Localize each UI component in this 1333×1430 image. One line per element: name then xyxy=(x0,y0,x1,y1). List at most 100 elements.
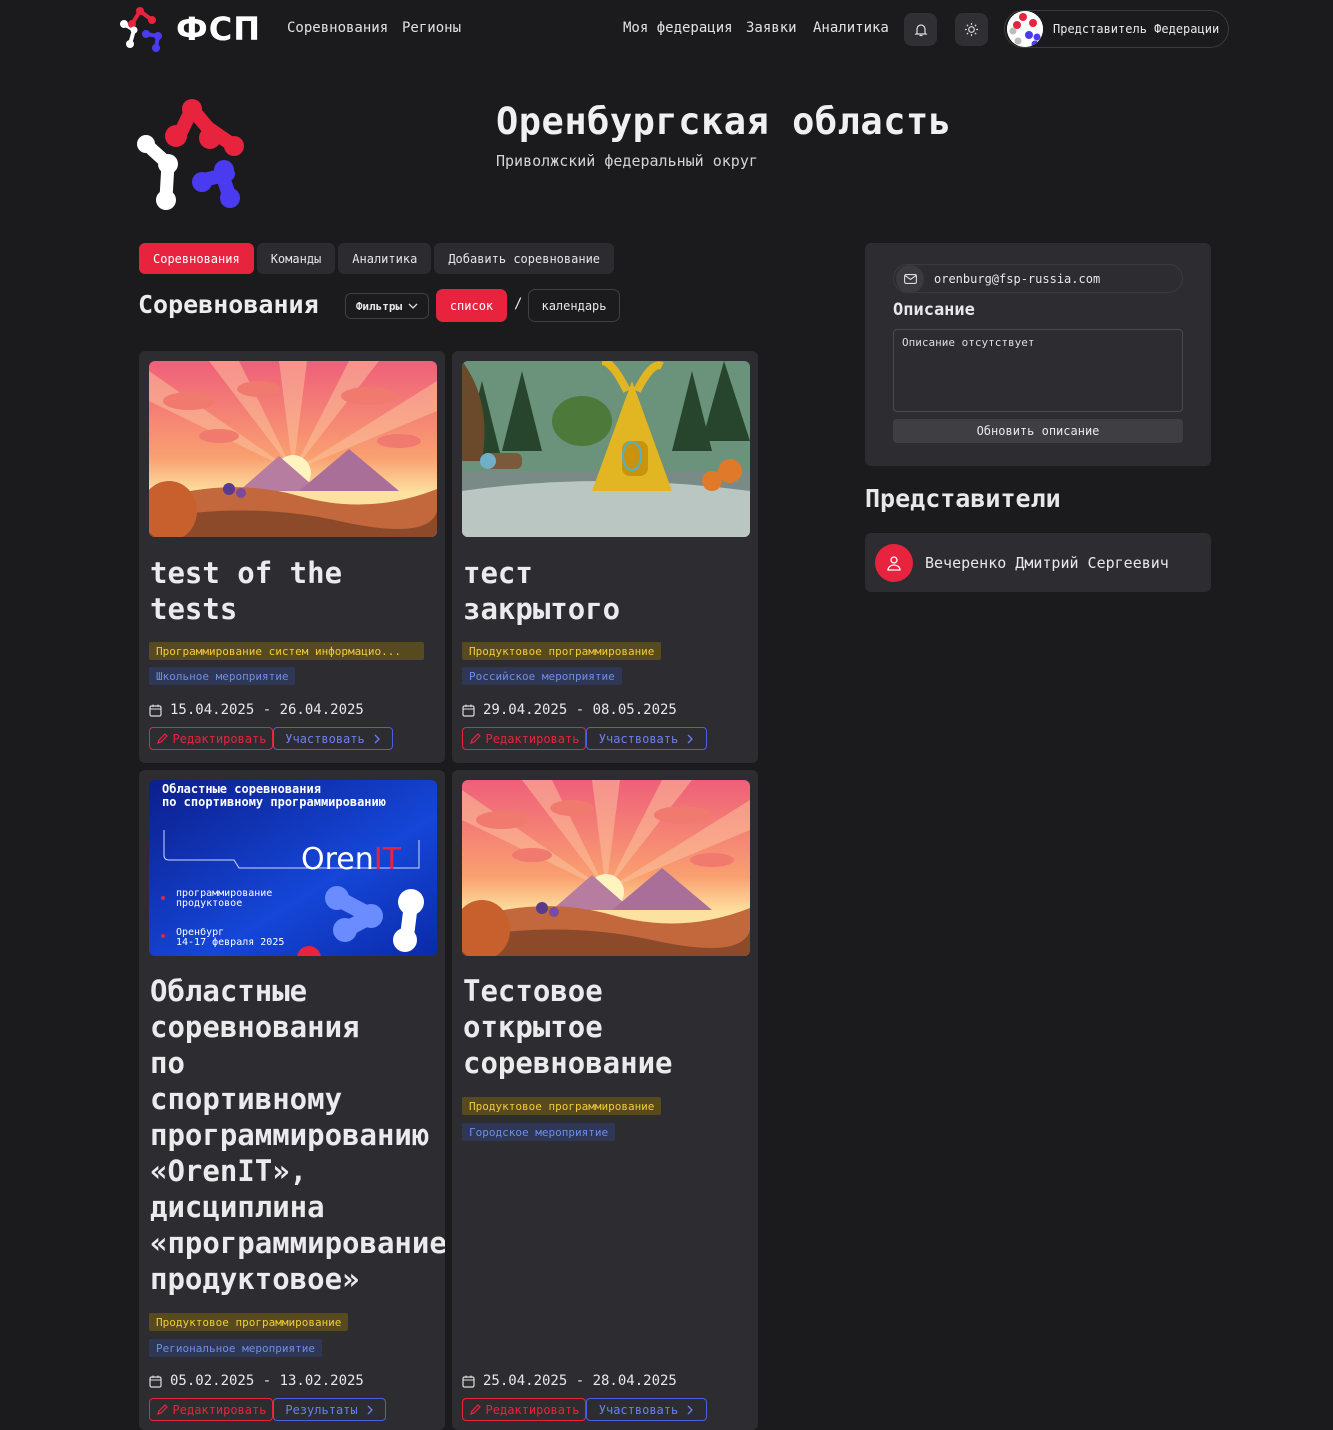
logo-text: ФСП xyxy=(176,10,261,48)
competition-dates: 25.04.2025 - 28.04.2025 xyxy=(462,1373,677,1389)
competition-image xyxy=(462,780,750,956)
chevron-right-icon xyxy=(687,734,694,743)
chevron-right-icon xyxy=(367,1405,373,1414)
participate-label: Участвовать xyxy=(598,1402,679,1417)
participate-label: Участвовать xyxy=(598,731,679,746)
level-tag: Городское мероприятие xyxy=(462,1123,616,1141)
nav-competitions[interactable]: Соревнования xyxy=(287,20,388,36)
poster-brand-main: Oren xyxy=(301,842,374,877)
update-description-button[interactable]: Обновить описание xyxy=(893,419,1183,443)
participate-button[interactable]: Участвовать xyxy=(586,1398,707,1421)
poster-brand-accent: IT xyxy=(373,842,401,877)
forest-house-image xyxy=(462,361,750,537)
chevron-right-icon xyxy=(374,734,380,743)
edit-label: Редактировать xyxy=(485,731,580,746)
email-text: orenburg@fsp-russia.com xyxy=(934,271,1101,286)
poster-heading: Областные соревнования по спортивному пр… xyxy=(162,783,386,809)
competition-title[interactable]: тест закрытого xyxy=(463,555,620,627)
fsp-logo[interactable]: ФСП xyxy=(120,6,261,52)
representative-name: Вечеренко Дмитрий Сергеевич xyxy=(925,553,1169,572)
competition-title[interactable]: Областные соревнования по спортивному пр… xyxy=(150,973,445,1297)
sun-icon xyxy=(964,22,979,37)
level-tag: Региональное мероприятие xyxy=(149,1339,322,1357)
nav-regions[interactable]: Регионы xyxy=(402,20,461,36)
dates-text: 15.04.2025 - 26.04.2025 xyxy=(170,702,364,718)
bell-icon xyxy=(914,23,927,36)
competition-title[interactable]: test of the tests xyxy=(150,555,342,627)
dates-text: 05.02.2025 - 13.02.2025 xyxy=(170,1373,364,1389)
results-label: Результаты xyxy=(285,1402,358,1417)
nav-applications[interactable]: Заявки xyxy=(746,20,797,36)
poster-dates: 14-17 февраля 2025 xyxy=(176,937,285,948)
edit-button[interactable]: Редактировать xyxy=(149,1398,273,1421)
competition-image xyxy=(149,361,437,537)
section-title: Соревнования xyxy=(138,290,319,319)
representatives-heading: Представители xyxy=(865,484,1061,513)
level-tag: Школьное мероприятие xyxy=(149,667,296,685)
edit-label: Редактировать xyxy=(485,1402,580,1417)
edit-button[interactable]: Редактировать xyxy=(149,727,273,750)
participate-button[interactable]: Участвовать xyxy=(273,727,393,750)
region-email[interactable]: orenburg@fsp-russia.com xyxy=(893,264,1183,293)
region-info-panel: orenburg@fsp-russia.com Описание Описани… xyxy=(865,243,1211,466)
results-button[interactable]: Результаты xyxy=(273,1398,386,1421)
pencil-icon xyxy=(156,1403,168,1415)
filters-label: Фильтры xyxy=(355,299,403,313)
dates-text: 29.04.2025 - 08.05.2025 xyxy=(483,702,677,718)
competition-dates: 15.04.2025 - 26.04.2025 xyxy=(149,702,364,718)
user-icon xyxy=(875,543,913,582)
region-subtitle: Приволжский федеральный округ xyxy=(496,152,758,170)
list-view-button[interactable]: список xyxy=(436,289,507,322)
calendar-icon xyxy=(149,1375,162,1388)
pencil-icon xyxy=(469,732,481,744)
calendar-icon xyxy=(462,704,475,717)
tab-analytics[interactable]: Аналитика xyxy=(338,243,432,274)
edit-button[interactable]: Редактировать xyxy=(462,727,586,750)
view-separator: / xyxy=(514,296,523,312)
pencil-icon xyxy=(469,1403,481,1415)
competition-dates: 05.02.2025 - 13.02.2025 xyxy=(149,1373,364,1389)
description-textarea[interactable]: Описание отсутствует xyxy=(893,329,1183,412)
envelope-icon xyxy=(896,264,924,293)
competition-title[interactable]: Тестовое открытое соревнование xyxy=(463,973,673,1081)
fsp-logo-icon xyxy=(120,7,162,52)
sunset-landscape-image xyxy=(149,361,437,537)
filters-dropdown[interactable]: Фильтры xyxy=(345,293,429,319)
tab-teams[interactable]: Команды xyxy=(256,243,336,274)
competition-card[interactable]: Областные соревнования по спортивному пр… xyxy=(139,770,445,1430)
calendar-icon xyxy=(462,1375,475,1388)
nav-analytics[interactable]: Аналитика xyxy=(813,20,889,36)
poster-heading-line: по спортивному программированию xyxy=(162,795,386,809)
poster-discipline: программирование продуктовое xyxy=(176,889,272,909)
edit-label: Редактировать xyxy=(172,731,267,746)
sunset-landscape-image xyxy=(462,780,750,956)
competition-card[interactable]: тест закрытого Продуктовое программирова… xyxy=(452,351,758,763)
edit-label: Редактировать xyxy=(172,1402,267,1417)
participate-button[interactable]: Участвовать xyxy=(586,727,707,750)
nav-my-federation[interactable]: Моя федерация xyxy=(623,20,733,36)
description-heading: Описание xyxy=(893,300,975,320)
region-title: Оренбургская область xyxy=(496,100,952,143)
theme-toggle-button[interactable] xyxy=(955,13,988,46)
discipline-tag: Продуктовое программирование xyxy=(149,1313,349,1331)
region-tabs: Соревнования Команды Аналитика Добавить … xyxy=(139,243,615,274)
pencil-icon xyxy=(156,732,168,744)
notifications-button[interactable] xyxy=(904,13,937,46)
competition-card[interactable]: Тестовое открытое соревнование Продуктов… xyxy=(452,770,758,1430)
poster-discipline-line: продуктовое xyxy=(176,898,243,909)
participate-label: Участвовать xyxy=(285,731,365,746)
user-role-label: Представитель Федерации xyxy=(1053,22,1220,36)
representative-card[interactable]: Вечеренко Дмитрий Сергеевич xyxy=(865,533,1211,592)
level-tag: Российское мероприятие xyxy=(462,667,622,685)
competition-image: Областные соревнования по спортивному пр… xyxy=(149,780,437,956)
competition-image xyxy=(462,361,750,537)
tab-competitions[interactable]: Соревнования xyxy=(139,243,254,274)
poster-brand: OrenIT xyxy=(301,842,401,877)
tab-add-competition[interactable]: Добавить соревнование xyxy=(434,243,615,274)
edit-button[interactable]: Редактировать xyxy=(462,1398,586,1421)
calendar-view-button[interactable]: календарь xyxy=(528,289,620,322)
competition-card[interactable]: test of the tests Программирование систе… xyxy=(139,351,445,763)
avatar-logo-icon xyxy=(1007,11,1043,47)
user-menu[interactable]: Представитель Федерации xyxy=(1004,10,1229,48)
user-avatar xyxy=(1007,11,1043,47)
